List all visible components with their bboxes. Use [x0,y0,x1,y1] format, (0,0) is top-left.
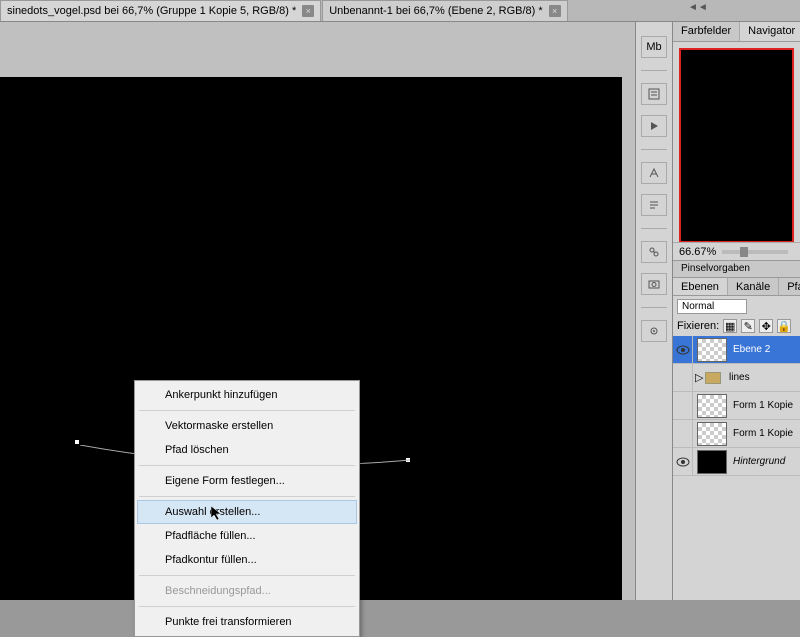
document-tab-1[interactable]: sinedots_vogel.psd bei 66,7% (Gruppe 1 K… [0,0,321,21]
tool-play-icon[interactable] [641,115,667,137]
tool-link-icon[interactable] [641,241,667,263]
folder-icon [705,372,721,384]
document-tabs: sinedots_vogel.psd bei 66,7% (Gruppe 1 K… [0,0,800,22]
tab-paths[interactable]: Pfade [779,278,800,295]
close-icon[interactable]: × [549,5,561,17]
tool-mb-icon[interactable]: Mb [641,36,667,58]
layer-thumbnail[interactable] [697,450,727,474]
folder-arrow-icon[interactable]: ▷ [695,371,703,384]
menu-vector-mask[interactable]: Vektormaske erstellen [137,414,357,438]
tab-channels[interactable]: Kanäle [728,278,779,295]
visibility-toggle[interactable] [673,420,693,448]
blend-mode-row: Normal [673,296,800,316]
canvas-area[interactable]: Ankerpunkt hinzufügen Vektormaske erstel… [0,22,635,600]
layers-panel-tabs: Ebenen Kanäle Pfade [673,278,800,296]
toolbar-separator [641,149,667,150]
right-panels: Farbfelder Navigator 66.67% Pinselvorgab… [673,22,800,600]
navigator-thumbnail[interactable] [679,48,794,243]
zoom-bar: 66.67% [673,242,800,260]
blend-mode-select[interactable]: Normal [677,299,747,314]
lock-label: Fixieren: [677,320,719,332]
lock-row: Fixieren: ▦ ✎ ✥ 🔒 [673,316,800,336]
toolbar-separator [641,228,667,229]
layer-row[interactable]: Form 1 Kopie [673,392,800,420]
lock-transparency-icon[interactable]: ▦ [723,319,737,333]
tab-layers[interactable]: Ebenen [673,278,728,295]
layer-thumbnail[interactable] [697,394,727,418]
menu-clipping-path: Beschneidungspfad... [137,579,357,603]
visibility-toggle[interactable] [673,448,693,476]
toolbar-separator [641,307,667,308]
tools-toolbar: Mb [635,22,673,600]
document-tab-2[interactable]: Unbenannt-1 bei 66,7% (Ebene 2, RGB/8) *… [322,0,567,21]
tab-label: Unbenannt-1 bei 66,7% (Ebene 2, RGB/8) * [329,5,542,17]
menu-fill-path[interactable]: Pfadfläche füllen... [137,524,357,548]
context-menu: Ankerpunkt hinzufügen Vektormaske erstel… [134,380,360,637]
tool-gear-icon[interactable] [641,320,667,342]
lock-all-icon[interactable]: 🔒 [777,319,791,333]
layer-thumbnail[interactable] [697,422,727,446]
menu-free-transform[interactable]: Punkte frei transformieren [137,610,357,634]
tab-label: sinedots_vogel.psd bei 66,7% (Gruppe 1 K… [7,5,296,17]
visibility-toggle[interactable] [673,364,693,392]
menu-make-selection[interactable]: Auswahl erstellen... [137,500,357,524]
menu-separator [139,606,355,607]
toolbar-separator [641,70,667,71]
layer-row[interactable]: ▷ lines [673,364,800,392]
layer-thumbnail[interactable] [697,338,727,362]
tool-history-icon[interactable] [641,83,667,105]
layer-name: Hintergrund [731,456,785,467]
zoom-value: 66.67% [679,246,716,258]
layer-list: Ebene 2 ▷ lines Form 1 Kopie Form 1 Kopi… [673,336,800,600]
tool-paragraph-icon[interactable] [641,194,667,216]
visibility-toggle[interactable] [673,336,693,364]
brush-presets-header[interactable]: Pinselvorgaben [673,260,800,278]
tool-character-icon[interactable] [641,162,667,184]
navigator-tabs: Farbfelder Navigator [673,22,800,42]
menu-define-shape[interactable]: Eigene Form festlegen... [137,469,357,493]
layer-name: Ebene 2 [731,344,770,355]
tab-swatches[interactable]: Farbfelder [673,22,740,41]
navigator-preview[interactable] [673,42,800,242]
collapse-arrow-icon[interactable]: ◄◄ [688,2,708,13]
lock-move-icon[interactable]: ✥ [759,319,773,333]
menu-separator [139,496,355,497]
layer-name: lines [727,372,750,383]
layer-name: Form 1 Kopie [731,428,793,439]
layer-row[interactable]: Ebene 2 [673,336,800,364]
zoom-slider[interactable] [722,250,788,254]
menu-delete-path[interactable]: Pfad löschen [137,438,357,462]
menu-separator [139,410,355,411]
menu-stroke-path[interactable]: Pfadkontur füllen... [137,548,357,572]
menu-separator [139,465,355,466]
tab-navigator[interactable]: Navigator [740,22,800,41]
close-icon[interactable]: × [302,5,314,17]
tool-camera-icon[interactable] [641,273,667,295]
lock-brush-icon[interactable]: ✎ [741,319,755,333]
layer-row[interactable]: Hintergrund [673,448,800,476]
visibility-toggle[interactable] [673,392,693,420]
menu-add-anchor[interactable]: Ankerpunkt hinzufügen [137,383,357,407]
layer-name: Form 1 Kopie [731,400,793,411]
menu-separator [139,575,355,576]
layer-row[interactable]: Form 1 Kopie [673,420,800,448]
